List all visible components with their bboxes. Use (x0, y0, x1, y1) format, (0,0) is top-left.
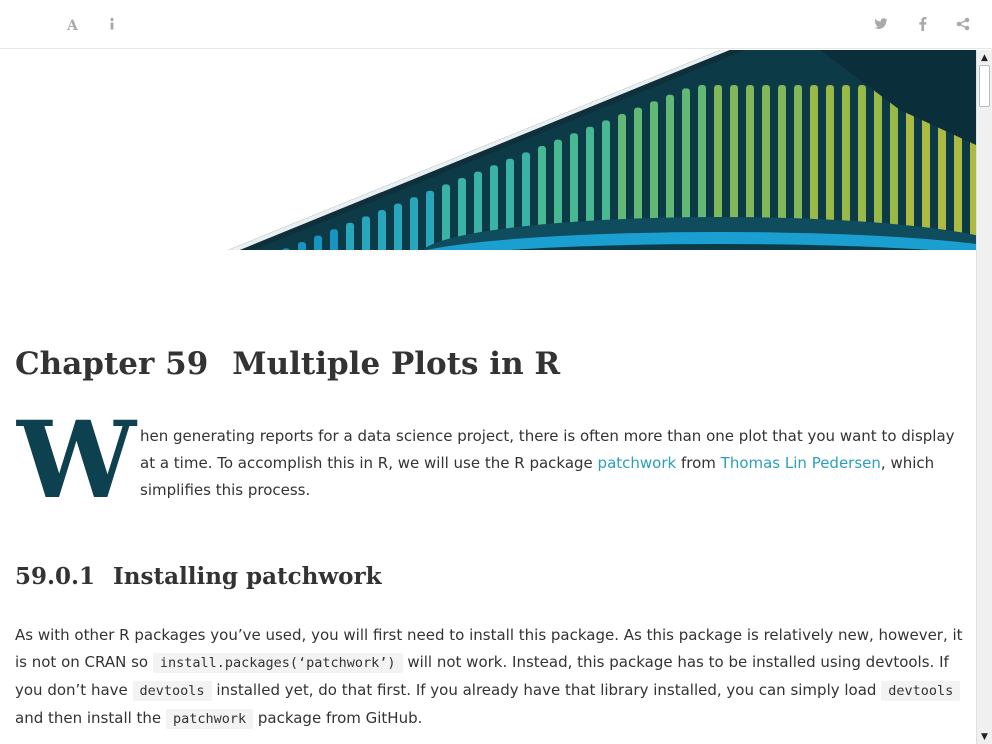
scrollbar-thumb[interactable] (979, 65, 990, 107)
intro-text: from (676, 454, 721, 472)
body-text: package from GitHub. (253, 709, 423, 727)
banner-stripe (394, 203, 402, 250)
svg-text:A: A (66, 18, 79, 31)
banner-stripe (378, 210, 386, 250)
font-settings-icon[interactable]: A (61, 12, 85, 36)
install-paragraph: As with other R packages you’ve used, yo… (15, 622, 965, 733)
banner-stripe (346, 222, 354, 250)
inline-code: devtools (132, 681, 212, 701)
chapter-title: Multiple Plots in R (232, 346, 561, 382)
inline-code: devtools (881, 681, 961, 701)
inline-code: patchwork (165, 709, 254, 729)
section-heading: 59.0.1 Installing patchwork (15, 563, 382, 590)
banner-stripe (314, 235, 322, 250)
body-text: installed yet, do that first. If you alr… (211, 681, 882, 699)
drop-cap: W (17, 397, 137, 522)
book-toolbar: A (0, 0, 992, 49)
section-number: 59.0.1 (15, 563, 96, 590)
banner-stripe (330, 229, 338, 250)
scroll-down-arrow-icon[interactable]: ▼ (977, 730, 992, 744)
chapter-number: Chapter 59 (15, 346, 209, 382)
author-link[interactable]: Thomas Lin Pedersen (721, 454, 881, 472)
body-text: and then install the (15, 709, 166, 727)
info-icon[interactable] (100, 12, 124, 36)
cover-banner-image (0, 50, 976, 250)
section-title: Installing patchwork (113, 563, 382, 590)
twitter-icon[interactable] (869, 12, 893, 36)
patchwork-link[interactable]: patchwork (598, 454, 677, 472)
scroll-up-arrow-icon[interactable]: ▲ (977, 51, 992, 65)
banner-stripe (410, 197, 418, 250)
share-icon[interactable] (951, 12, 975, 36)
banner-stripe (298, 242, 306, 250)
chapter-heading: Chapter 59 Multiple Plots in R (15, 346, 560, 382)
page-scrollbar[interactable]: ▲ ▼ (976, 50, 992, 744)
intro-paragraph: hen generating reports for a data scienc… (140, 423, 965, 504)
facebook-icon[interactable] (911, 12, 935, 36)
inline-code: install.packages(‘patchwork’) (152, 653, 403, 673)
banner-stripe (362, 216, 370, 250)
banner-stripe (426, 190, 434, 250)
